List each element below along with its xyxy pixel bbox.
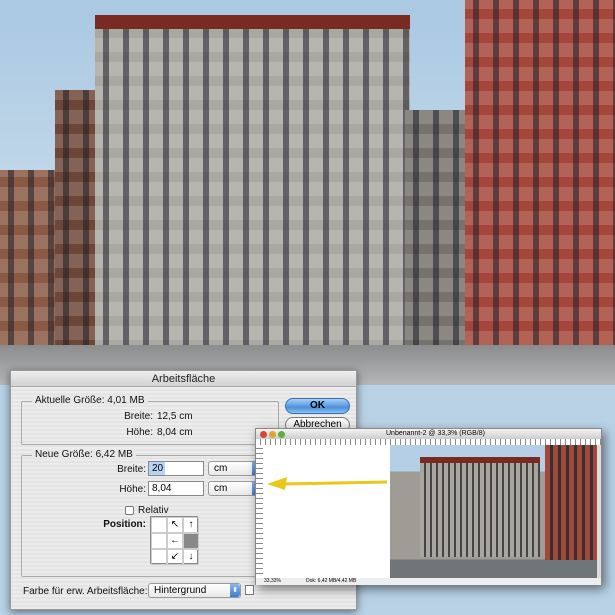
arrow-down-icon[interactable]: ↓ (183, 549, 199, 565)
anchor-top-left[interactable] (151, 517, 167, 533)
current-height-value: 8,04 cm (157, 427, 193, 438)
extension-color-value: Hintergrund (154, 585, 207, 596)
yellow-arrow (267, 477, 388, 490)
extension-color-label: Farbe für erw. Arbeitsfläche: (23, 586, 148, 597)
position-label: Position: (103, 519, 146, 530)
minimize-icon[interactable] (269, 431, 276, 438)
canvas-extension-area (263, 445, 390, 578)
anchor-middle-left[interactable] (151, 533, 167, 549)
arrow-head (267, 477, 287, 490)
vertical-ruler (256, 445, 263, 578)
arrow-up-icon[interactable]: ↑ (183, 517, 199, 533)
document-title: Unbenannt-2 @ 33,3% (RGB/8) (386, 430, 485, 437)
extension-color-select[interactable]: Hintergrund ⬍ (148, 583, 241, 598)
building-corner (95, 15, 410, 350)
anchor-bottom-left[interactable] (151, 549, 167, 565)
doc-info: Dok: 6,42 MB/4,42 MB (306, 578, 357, 584)
height-unit-value: cm (214, 483, 228, 494)
arrow-shaft (282, 480, 388, 486)
zoom-level[interactable]: 33,33% (264, 578, 281, 585)
ok-button[interactable]: OK (285, 398, 350, 414)
anchor-selected[interactable] (183, 533, 199, 549)
current-width-label: Breite: (124, 411, 153, 422)
current-width-value: 12,5 cm (157, 411, 193, 422)
canvas-photo (390, 445, 597, 578)
arrow-down-left-icon[interactable]: ↙ (167, 549, 183, 565)
chevron-updown-icon: ⬍ (230, 584, 240, 597)
close-icon[interactable] (260, 431, 267, 438)
building-grey (405, 110, 470, 350)
color-swatch[interactable] (245, 585, 254, 595)
height-input[interactable]: 8,04 (148, 481, 204, 496)
arrow-up-left-icon[interactable]: ↖ (167, 517, 183, 533)
anchor-position-grid[interactable]: ↖ ↑ ← ↙ ↓ (150, 516, 199, 565)
document-titlebar[interactable]: Unbenannt-2 @ 33,3% (RGB/8) (256, 429, 601, 439)
current-size-group: Aktuelle Größe: 4,01 MB (21, 395, 279, 445)
document-window: Unbenannt-2 @ 33,3% (RGB/8) 33,33% Dok: … (255, 428, 602, 585)
dialog-title: Arbeitsfläche (11, 371, 356, 387)
arrow-left-icon[interactable]: ← (167, 533, 183, 549)
zoom-icon[interactable] (278, 431, 285, 438)
status-bar: 33,33% Dok: 6,42 MB/4,42 MB (256, 578, 601, 585)
width-input[interactable]: 20 (148, 461, 204, 476)
width-label: Breite: (117, 464, 146, 475)
width-unit-value: cm (214, 463, 228, 474)
current-height-label: Höhe: (126, 427, 153, 438)
current-size-label: Aktuelle Größe: 4,01 MB (32, 395, 148, 406)
height-label: Höhe: (119, 484, 146, 495)
relative-label: Relativ (138, 505, 169, 516)
building-brick-right (465, 0, 615, 355)
new-size-label: Neue Größe: 6,42 MB (32, 449, 136, 460)
relative-checkbox[interactable] (125, 506, 134, 515)
